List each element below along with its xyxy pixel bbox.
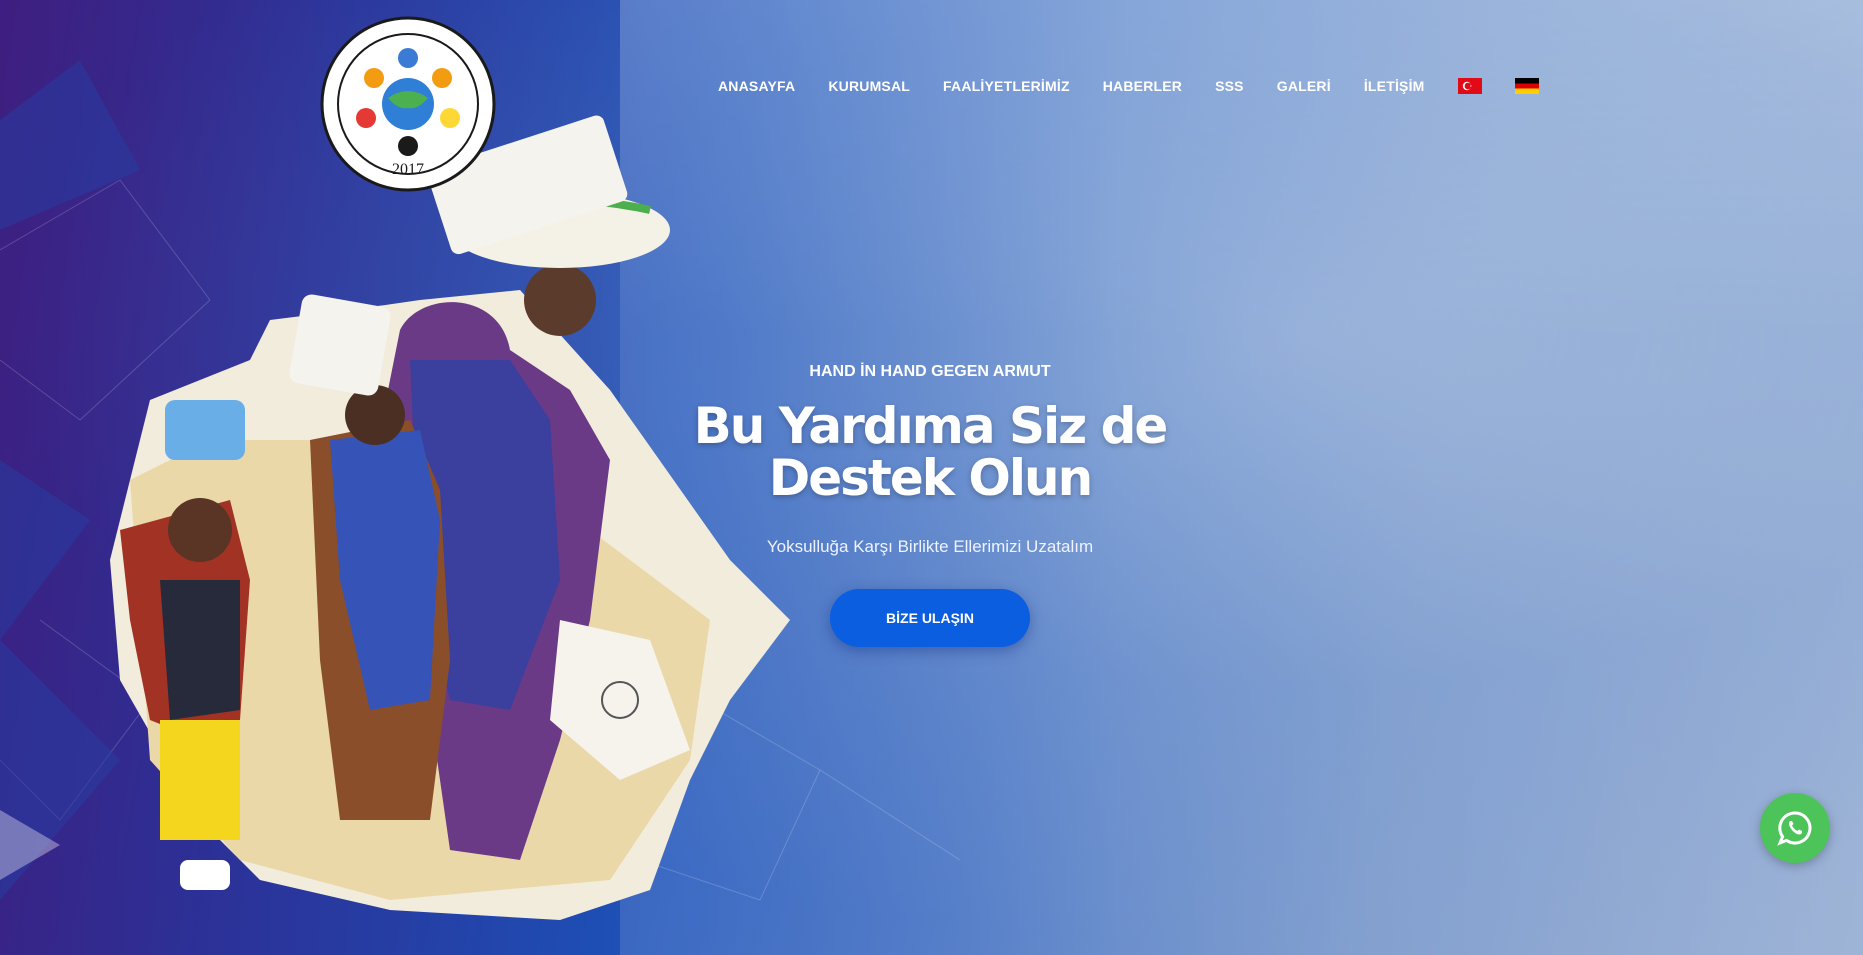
whatsapp-button[interactable]: [1760, 793, 1830, 863]
main-nav: ANASAYFA KURUMSAL FAALİYETLERİMİZ HABERL…: [718, 74, 1572, 98]
hero-eyebrow: HAND İN HAND GEGEN ARMUT: [809, 363, 1051, 380]
nav-item-anasayfa[interactable]: ANASAYFA: [718, 78, 795, 94]
nav-item-galeri[interactable]: GALERİ: [1277, 78, 1331, 94]
nav-item-iletisim[interactable]: İLETİŞİM: [1364, 78, 1425, 94]
contact-us-button[interactable]: BİZE ULAŞIN: [830, 589, 1030, 647]
nav-item-faaliyetlerimiz[interactable]: FAALİYETLERİMİZ: [943, 78, 1070, 94]
hero-headline: Bu Yardıma Siz de Destek Olun: [600, 400, 1260, 504]
site-logo[interactable]: 2017: [318, 14, 498, 194]
nav-item-kurumsal[interactable]: KURUMSAL: [828, 78, 910, 94]
language-german-flag-icon[interactable]: [1514, 78, 1539, 94]
hero-subline: Yoksulluğa Karşı Birlikte Ellerimizi Uza…: [766, 537, 1094, 556]
logo-year: 2017: [392, 161, 424, 178]
hero-headline-line2: Destek Olun: [768, 449, 1093, 507]
language-turkish-flag-icon[interactable]: [1457, 78, 1482, 94]
nav-item-haberler[interactable]: HABERLER: [1103, 78, 1182, 94]
nav-item-sss[interactable]: SSS: [1215, 78, 1244, 94]
hero-people-cutout: [110, 115, 790, 920]
whatsapp-icon: [1777, 811, 1812, 846]
hero-headline-line1: Bu Yardıma Siz de: [693, 397, 1169, 455]
